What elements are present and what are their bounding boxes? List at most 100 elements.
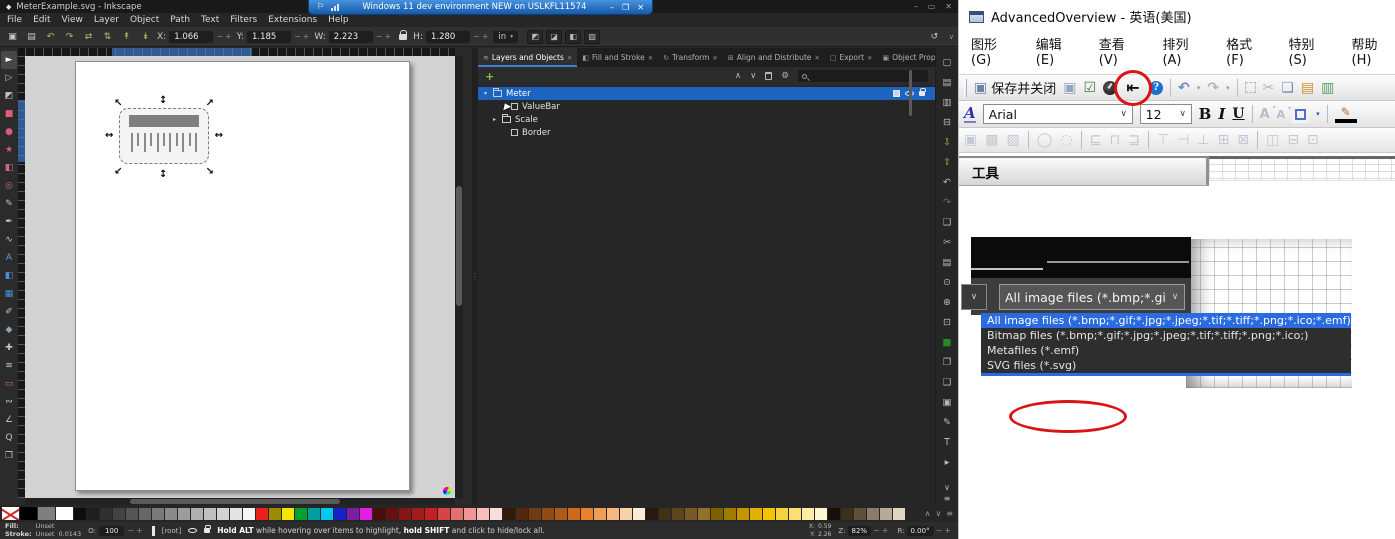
toolbar-grip[interactable] xyxy=(964,79,967,97)
palette-swatch[interactable] xyxy=(269,508,281,520)
save-and-close-button[interactable]: ▣ 保存并关闭 xyxy=(974,78,1056,97)
move-up-icon[interactable]: ∧ xyxy=(735,71,741,81)
palette-down-icon[interactable]: ∨ xyxy=(935,509,941,518)
expander-icon[interactable]: ▾ xyxy=(482,90,489,97)
vm-minimize-button[interactable]: – xyxy=(610,3,614,12)
box-3d-tool[interactable]: ◧ xyxy=(1,159,17,177)
palette-swatch[interactable] xyxy=(802,508,814,520)
palette-swatch[interactable] xyxy=(477,508,489,520)
palette-swatch[interactable] xyxy=(347,508,359,520)
scale-handle-left[interactable]: ↔ xyxy=(105,131,113,141)
selector-tool[interactable]: ► xyxy=(1,51,17,69)
increase-font-button[interactable]: A xyxy=(1260,107,1270,122)
paste-icon[interactable]: ▤ xyxy=(937,252,957,272)
validate-icon[interactable]: ☑ xyxy=(1083,81,1096,95)
gear-icon[interactable]: ⚙ xyxy=(781,71,789,81)
rotate-ccw-icon[interactable]: ↶ xyxy=(42,29,59,44)
vm-restore-button[interactable]: ❐ xyxy=(622,3,629,12)
menu-item[interactable]: Help xyxy=(328,15,349,25)
spiral-tool[interactable]: ◎ xyxy=(1,177,17,195)
tree-scrollbar[interactable] xyxy=(909,70,912,116)
palette-swatch[interactable] xyxy=(711,508,723,520)
vm-close-button[interactable]: ✕ xyxy=(637,3,644,12)
scale-corners-toggle[interactable]: ◪ xyxy=(546,30,562,44)
dock-tab[interactable]: ▢ Export ✕ xyxy=(825,48,878,67)
palette-swatch[interactable] xyxy=(867,508,879,520)
menu-item[interactable]: Extensions xyxy=(268,15,317,25)
palette-swatch[interactable] xyxy=(464,508,476,520)
palette-menu-icon[interactable]: ≡ xyxy=(946,509,953,518)
document-new-icon[interactable]: ▢ xyxy=(937,52,957,72)
palette-swatch[interactable] xyxy=(555,508,567,520)
palette-swatch[interactable] xyxy=(360,508,372,520)
dock-tab[interactable]: ◧ Fill and Stroke ✕ xyxy=(577,48,658,67)
palette-swatch[interactable] xyxy=(87,508,99,520)
palette-swatch[interactable] xyxy=(828,508,840,520)
scale-handle-top-left[interactable]: ↖ xyxy=(114,99,122,109)
group-icon[interactable]: ▣ xyxy=(937,392,957,412)
scrollbar-thumb[interactable] xyxy=(456,186,462,306)
export-icon[interactable]: ⇧ xyxy=(937,152,957,172)
align-top-icon[interactable]: ⊤ xyxy=(1157,132,1169,148)
scale-stroke-toggle[interactable]: ◩ xyxy=(527,30,543,44)
palette-swatch[interactable] xyxy=(425,508,437,520)
palette-swatch[interactable] xyxy=(581,508,593,520)
copy-icon[interactable]: ❏ xyxy=(937,212,957,232)
redo-button[interactable]: ↷ xyxy=(1207,80,1219,96)
menu-item[interactable]: 帮助(H) xyxy=(1352,34,1395,68)
zoom-stepper[interactable]: −+ xyxy=(873,526,890,535)
chevron-down-icon[interactable]: ∨ xyxy=(944,483,950,492)
pencil-tool[interactable]: ✎ xyxy=(1,195,17,213)
font-family-select[interactable]: Arial ∨ xyxy=(983,104,1133,124)
menu-item[interactable]: 图形(G) xyxy=(971,34,1015,68)
vertical-ruler[interactable] xyxy=(18,56,25,498)
help-icon[interactable]: ? xyxy=(1149,81,1163,95)
gauge-icon[interactable] xyxy=(1103,81,1117,95)
chevron-down-icon[interactable]: ∨ xyxy=(949,33,954,41)
width-stepper[interactable]: −+ xyxy=(376,32,393,41)
group-icon[interactable]: ▣ xyxy=(964,132,977,148)
import-button[interactable]: ⇤ xyxy=(1124,79,1142,97)
snap-options-icon[interactable]: ↺ xyxy=(926,29,943,44)
clone-icon[interactable]: ❑ xyxy=(937,372,957,392)
restore-button[interactable]: ▭ xyxy=(928,2,936,11)
palette-swatch[interactable] xyxy=(750,508,762,520)
dropdown-option[interactable]: Bitmap files (*.bmp;*.gif;*.jpg;*.jpeg;*… xyxy=(981,328,1351,343)
palette-swatch[interactable] xyxy=(451,508,463,520)
align-center-icon[interactable]: ⊓ xyxy=(1109,132,1120,148)
selected-object[interactable]: ↕ ↕ ↔ ↔ ↖ ↗ ↙ ↘ xyxy=(104,98,224,178)
zoom-drawing-icon[interactable]: ⊙ xyxy=(937,272,957,292)
palette-swatch[interactable] xyxy=(776,508,788,520)
menu-item[interactable]: View xyxy=(62,15,83,25)
palette-swatch[interactable] xyxy=(113,508,125,520)
rectangle-tool[interactable]: ■ xyxy=(1,105,17,123)
menu-item[interactable]: File xyxy=(7,15,22,25)
palette-swatch[interactable] xyxy=(321,508,333,520)
menu-icon[interactable]: ≡ xyxy=(944,494,951,503)
palette-swatch[interactable] xyxy=(672,508,684,520)
vertical-scrollbar[interactable] xyxy=(455,56,463,498)
duplicate-icon[interactable]: ❐ xyxy=(937,352,957,372)
print-icon[interactable]: ⊟ xyxy=(937,112,957,132)
close-icon[interactable]: ✕ xyxy=(567,54,572,62)
palette-swatch[interactable] xyxy=(100,508,112,520)
move-down-icon[interactable]: ∨ xyxy=(750,71,756,81)
decrease-font-button[interactable]: A xyxy=(1277,108,1286,121)
menu-item[interactable]: Layer xyxy=(94,15,119,25)
menu-item[interactable]: Edit xyxy=(33,15,50,25)
height-stepper[interactable]: −+ xyxy=(473,32,490,41)
flip-horizontal-icon[interactable]: ⇄ xyxy=(80,29,97,44)
close-icon[interactable]: ✕ xyxy=(648,54,653,62)
palette-swatch[interactable] xyxy=(20,507,37,520)
layer-row[interactable]: ValueBar xyxy=(478,100,935,113)
font-size-select[interactable]: 12 ∨ xyxy=(1140,104,1192,124)
menu-item[interactable]: 编辑(E) xyxy=(1036,34,1078,68)
palette-swatch[interactable] xyxy=(74,508,86,520)
zoom-input[interactable]: 82% xyxy=(848,526,872,536)
palette-swatch[interactable] xyxy=(217,508,229,520)
menu-item[interactable]: 查看(V) xyxy=(1099,34,1142,68)
node-editor-icon[interactable]: ✎ xyxy=(937,412,957,432)
close-icon[interactable]: ✕ xyxy=(814,54,819,62)
raise-icon[interactable]: ↟ xyxy=(118,29,135,44)
star-tool[interactable]: ★ xyxy=(1,141,17,159)
